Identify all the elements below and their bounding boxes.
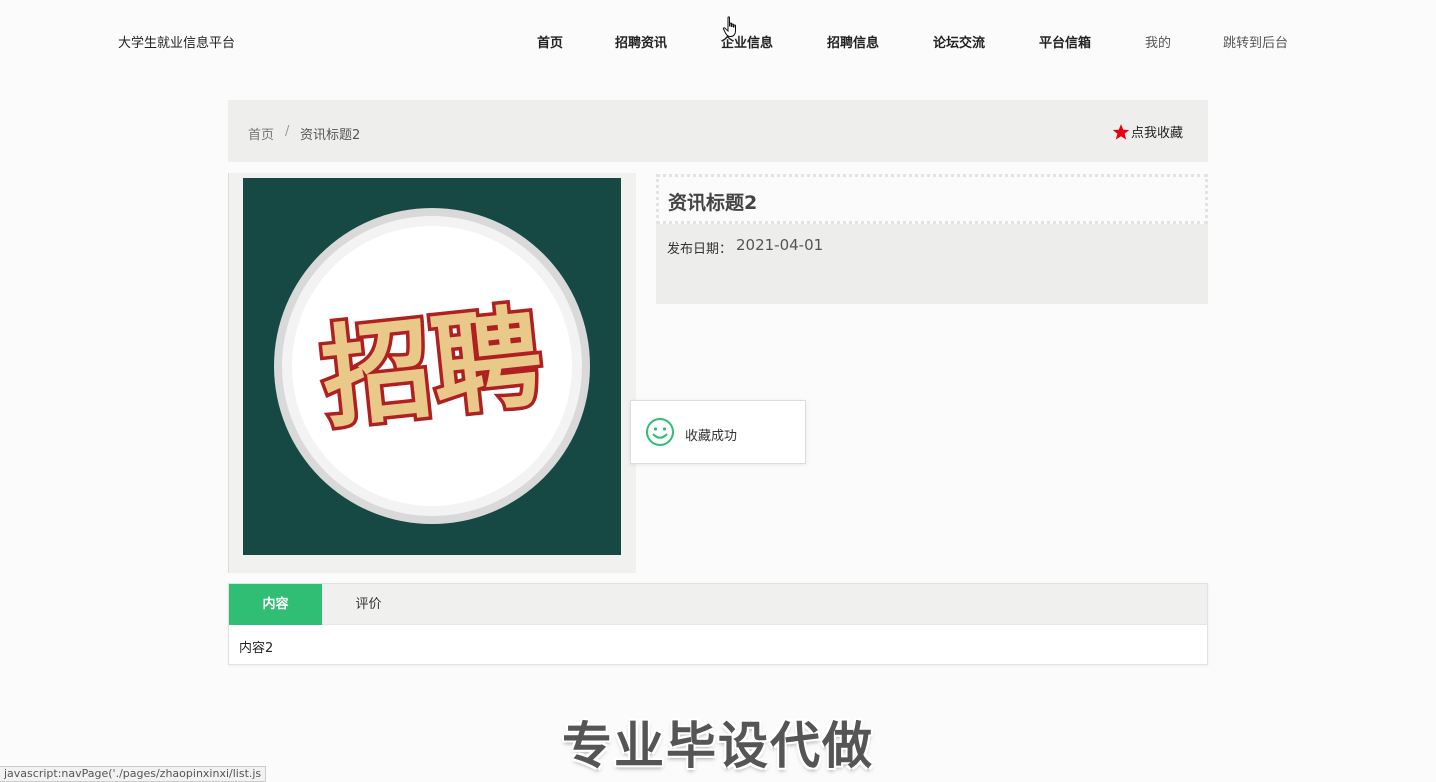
top-navigation: 大学生就业信息平台 首页 招聘资讯 企业信息 招聘信息 论坛交流 平台信箱 我的… — [0, 0, 1436, 82]
article-title: 资讯标题2 — [668, 192, 758, 214]
nav-item-forum[interactable]: 论坛交流 — [933, 32, 985, 51]
tab-content[interactable]: 内容 — [229, 584, 322, 625]
publish-date-value: 2021-04-01 — [736, 236, 824, 254]
nav-item-jobs[interactable]: 招聘信息 — [827, 32, 879, 51]
status-bar-url: javascript:navPage('./pages/zhaopinxinxi… — [0, 766, 267, 782]
nav-item-mine[interactable]: 我的 — [1145, 32, 1171, 51]
toast-message: 收藏成功 — [685, 429, 738, 444]
site-brand[interactable]: 大学生就业信息平台 — [118, 32, 235, 51]
tab-content-body: 内容2 — [239, 641, 274, 656]
hand-cursor-icon — [722, 16, 736, 37]
nav-item-admin[interactable]: 跳转到后台 — [1223, 32, 1288, 51]
breadcrumb-home[interactable]: 首页 — [248, 124, 274, 143]
nav-item-mailbox[interactable]: 平台信箱 — [1039, 32, 1091, 51]
nav-item-news[interactable]: 招聘资讯 — [615, 32, 667, 51]
favorite-button[interactable]: 点我收藏 — [1112, 122, 1183, 141]
article-image: 招聘 — [243, 178, 621, 555]
tab-bar: 内容 评价 — [229, 584, 1207, 625]
publish-date-label: 发布日期： — [667, 242, 733, 257]
favorite-label: 点我收藏 — [1131, 126, 1184, 141]
breadcrumb-bar — [228, 100, 1208, 162]
nav-item-home[interactable]: 首页 — [537, 32, 563, 51]
smile-icon — [646, 418, 674, 446]
breadcrumb-separator: / — [285, 124, 290, 139]
toast-notification: 收藏成功 — [630, 400, 806, 464]
tab-comments[interactable]: 评价 — [322, 584, 415, 625]
content-tabs: 内容 评价 内容2 — [228, 583, 1208, 665]
article-image-text: 招聘 — [316, 293, 548, 443]
star-icon — [1112, 123, 1130, 140]
breadcrumb-current: 资讯标题2 — [300, 128, 361, 143]
